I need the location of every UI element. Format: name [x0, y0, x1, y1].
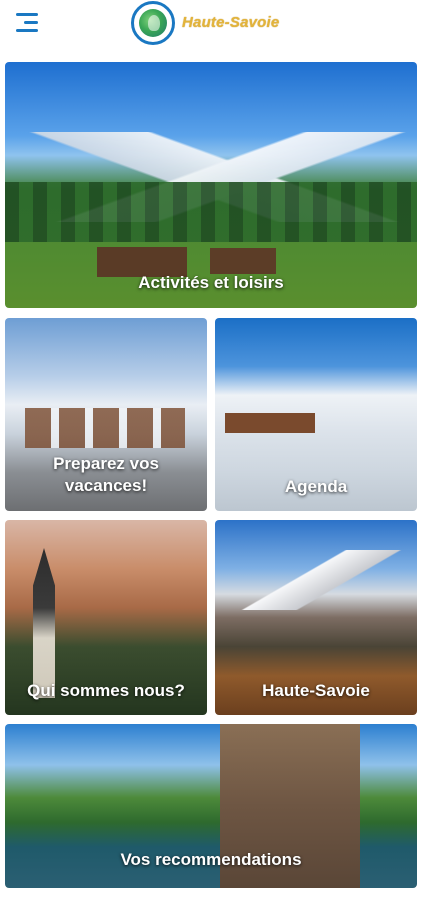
tile-label: Preparez vos vacances!: [53, 454, 159, 495]
ski-station-image: [225, 413, 315, 433]
tile-agenda[interactable]: Agenda: [215, 318, 417, 511]
tile-label: Qui sommes nous?: [27, 681, 185, 700]
snowy-village-image: [25, 408, 185, 448]
tile-label: Agenda: [284, 477, 348, 496]
mountain-peak-image: [235, 550, 405, 610]
globe-logo-icon[interactable]: [131, 1, 175, 45]
tile-activites-et-loisirs[interactable]: Activités et loisirs: [5, 62, 417, 308]
chalet-image: [210, 248, 276, 274]
forest-image: [5, 182, 417, 242]
tile-label: Haute-Savoie: [262, 681, 370, 700]
brand-title: Haute-Savoie: [182, 14, 280, 31]
hamburger-menu-icon[interactable]: [16, 12, 42, 34]
church-spire-image: [33, 548, 55, 698]
tile-preparez-vos-vacances[interactable]: Preparez vos vacances!: [5, 318, 207, 511]
tile-haute-savoie[interactable]: Haute-Savoie: [215, 520, 417, 715]
tile-qui-sommes-nous[interactable]: Qui sommes nous?: [5, 520, 207, 715]
tile-vos-recommendations[interactable]: Vos recommendations: [5, 724, 417, 888]
tile-label: Activités et loisirs: [138, 273, 284, 292]
tile-label: Vos recommendations: [120, 850, 302, 869]
app-header: Haute-Savoie: [0, 0, 422, 52]
